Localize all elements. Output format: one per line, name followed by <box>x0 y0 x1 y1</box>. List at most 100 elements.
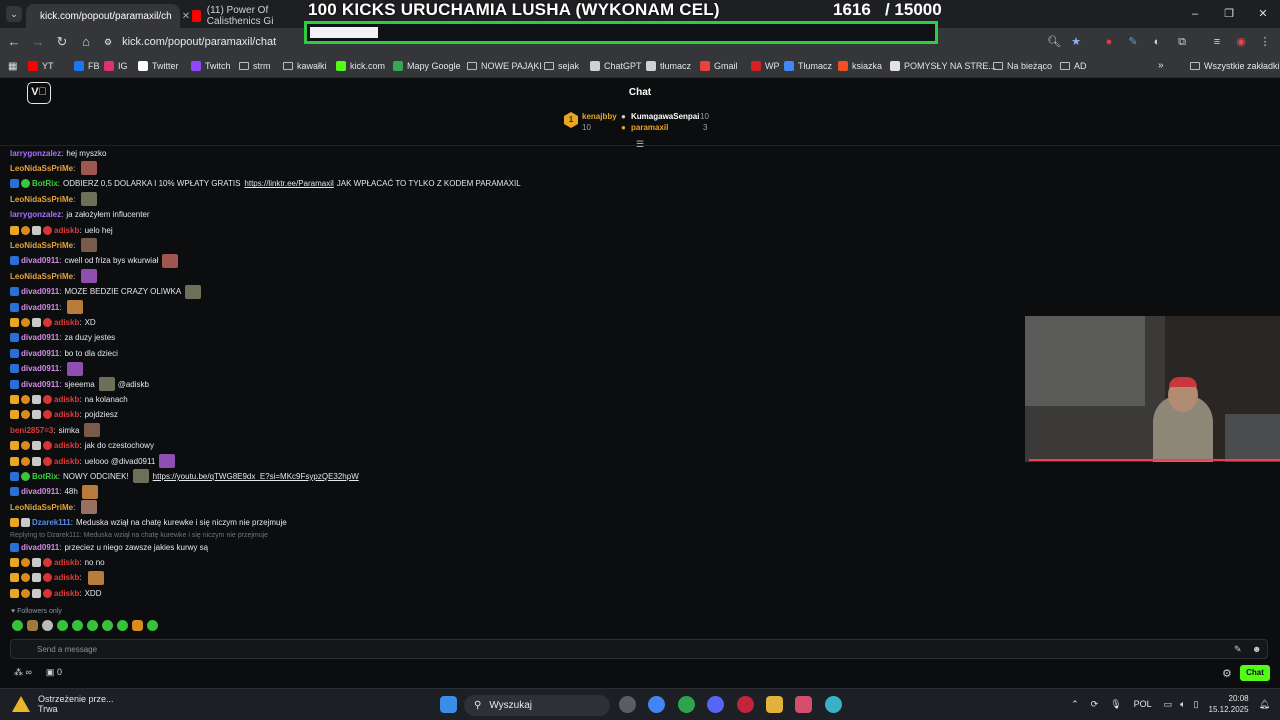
chat-emote[interactable] <box>81 484 98 499</box>
chat-username[interactable]: divad0911 <box>21 256 59 265</box>
chat-username[interactable]: adiskb <box>54 410 79 419</box>
emote-icon[interactable] <box>87 620 98 631</box>
opera-icon[interactable] <box>737 696 754 713</box>
chat-send-button[interactable]: Chat <box>1240 665 1270 681</box>
emote-icon[interactable] <box>57 620 68 631</box>
leader-name[interactable]: paramaxil <box>631 123 668 132</box>
kick-logo-icon[interactable]: V⃣ <box>27 82 51 104</box>
bookmark-sejak[interactable]: sejak <box>544 61 579 71</box>
chat-emote[interactable] <box>83 423 100 438</box>
chat-username[interactable]: adiskb <box>54 395 79 404</box>
bookmark-t-umacz[interactable]: tłumacz <box>646 61 691 71</box>
close-window-button[interactable]: ✕ <box>1246 0 1280 28</box>
bookmark-mapy-google[interactable]: Mapy Google <box>393 61 461 71</box>
app-icon[interactable] <box>678 696 695 713</box>
chat-emote[interactable] <box>87 570 104 585</box>
chat-username[interactable]: larrygonzalez <box>10 149 61 158</box>
chat-emote[interactable] <box>81 161 98 176</box>
zoom-icon[interactable]: 🔍︎ <box>1047 35 1061 49</box>
chat-username[interactable]: BotRix <box>32 179 58 188</box>
start-icon[interactable] <box>440 696 457 713</box>
chat-emote[interactable] <box>159 454 176 468</box>
apps-icon[interactable]: ▦ <box>8 61 17 72</box>
chat-username[interactable]: LeoNidaSsPriMe <box>10 241 73 250</box>
record-extension-icon[interactable]: ● <box>1102 35 1116 49</box>
tab-youtube[interactable]: (11) Power Of Calisthenics Gi <box>184 4 310 28</box>
chat-username[interactable]: larrygonzalez <box>10 210 61 219</box>
bookmark-ksiazka[interactable]: ksiazka <box>838 61 882 71</box>
minimize-button[interactable]: – <box>1178 0 1212 28</box>
app-icon[interactable] <box>795 696 812 713</box>
chat-username[interactable]: LeoNidaSsPriMe <box>10 272 73 281</box>
reload-icon[interactable]: ↻ <box>54 34 70 50</box>
chat-username[interactable]: divad0911 <box>21 287 59 296</box>
discord-icon[interactable] <box>707 696 724 713</box>
bookmark-twitch[interactable]: Twitch <box>191 61 231 71</box>
emote-icon[interactable] <box>42 620 53 631</box>
app-icon[interactable] <box>619 696 636 713</box>
notifications-icon[interactable]: 🔔︎ <box>1259 699 1270 710</box>
settings-icon[interactable]: ⚙ <box>1222 667 1232 680</box>
chat-username[interactable]: Dzarek111 <box>32 518 71 527</box>
bookmark-ig[interactable]: IG <box>104 61 128 71</box>
bookmark-kick-com[interactable]: kick.com <box>336 61 385 71</box>
chat-emote[interactable] <box>81 238 98 253</box>
address-bar[interactable]: ⚙ kick.com/popout/paramaxil/chat <box>104 31 304 53</box>
home-icon[interactable]: ⌂ <box>78 34 94 49</box>
chat-emote[interactable] <box>67 300 84 314</box>
site-info-icon[interactable]: ⚙ <box>104 37 112 48</box>
emote-icon[interactable] <box>117 620 128 631</box>
back-icon[interactable]: ← <box>6 34 22 49</box>
chat-username[interactable]: adiskb <box>54 573 79 582</box>
battery-icon[interactable]: ▯ <box>1194 699 1199 710</box>
bookmark-chatgpt[interactable]: ChatGPT <box>590 61 642 71</box>
chat-emote[interactable] <box>81 269 98 284</box>
emoji-icon[interactable]: ☻ <box>1252 644 1261 654</box>
explorer-icon[interactable] <box>766 696 783 713</box>
chat-username[interactable]: adiskb <box>54 589 79 598</box>
translate-icon[interactable]: ✎ <box>1234 644 1242 655</box>
bookmark-yt[interactable]: YT <box>28 61 54 71</box>
bookmark-na-bie-co[interactable]: Na bieżąco <box>993 61 1052 71</box>
clock[interactable]: 20:08 15.12.2025 <box>1209 693 1249 715</box>
message-input[interactable]: Send a message <box>10 639 1268 659</box>
bookmark-nowe-paj-ki[interactable]: NOWE PAJĄKI <box>467 61 542 71</box>
bookmark-strm[interactable]: strm <box>239 61 271 71</box>
chat-emote[interactable] <box>162 253 179 268</box>
weather-widget[interactable]: Ostrzeżenie prze... Trwa <box>12 694 114 714</box>
chat-username[interactable]: adiskb <box>54 457 79 466</box>
chat-emote[interactable] <box>67 361 84 376</box>
emote-icon[interactable] <box>72 620 83 631</box>
maximize-button[interactable]: ❐ <box>1212 0 1246 28</box>
points-counter[interactable]: ▣ 0 <box>46 667 62 678</box>
chat-username[interactable]: LeoNidaSsPriMe <box>10 195 73 204</box>
leader-name[interactable]: kenajbby <box>582 112 617 121</box>
chat-emote[interactable] <box>81 192 98 207</box>
emote-icon[interactable] <box>102 620 113 631</box>
chevron-up-icon[interactable]: ⌃ <box>1071 699 1079 710</box>
app-icon[interactable] <box>825 696 842 713</box>
chrome-icon[interactable] <box>648 696 665 713</box>
language-indicator[interactable]: POL <box>1134 699 1152 709</box>
chat-link[interactable]: https://youtu.be/qTWG8E9dx_E?si=MKc9Fsyp… <box>153 472 359 481</box>
extension-icon[interactable]: ◐ <box>1150 35 1164 49</box>
network-icon[interactable]: ▭ <box>1164 699 1173 710</box>
bookmark-fb[interactable]: FB <box>74 61 100 71</box>
emote-icon[interactable] <box>132 620 143 631</box>
bookmark-kawa-ki[interactable]: kawałki <box>283 61 327 71</box>
chat-username[interactable]: divad0911 <box>21 303 59 312</box>
chat-username[interactable]: beni2857=3 <box>10 426 53 435</box>
emote-icon[interactable] <box>147 620 158 631</box>
chat-link[interactable]: https://linktr.ee/Paramaxil <box>244 179 333 188</box>
sync-icon[interactable]: ⟳ <box>1091 699 1099 710</box>
chat-username[interactable]: divad0911 <box>21 487 59 496</box>
menu-icon[interactable]: ⋮ <box>1258 35 1272 49</box>
more-bookmarks-icon[interactable]: » <box>1158 60 1164 71</box>
chat-username[interactable]: LeoNidaSsPriMe <box>10 503 73 512</box>
chat-emote[interactable] <box>185 284 202 299</box>
bookmark-twitter[interactable]: Twitter <box>138 61 179 71</box>
chat-username[interactable]: adiskb <box>54 318 79 327</box>
leader-name[interactable]: KumagawaSenpai <box>631 112 699 121</box>
chat-username[interactable]: divad0911 <box>21 380 59 389</box>
chat-username[interactable]: divad0911 <box>21 349 59 358</box>
